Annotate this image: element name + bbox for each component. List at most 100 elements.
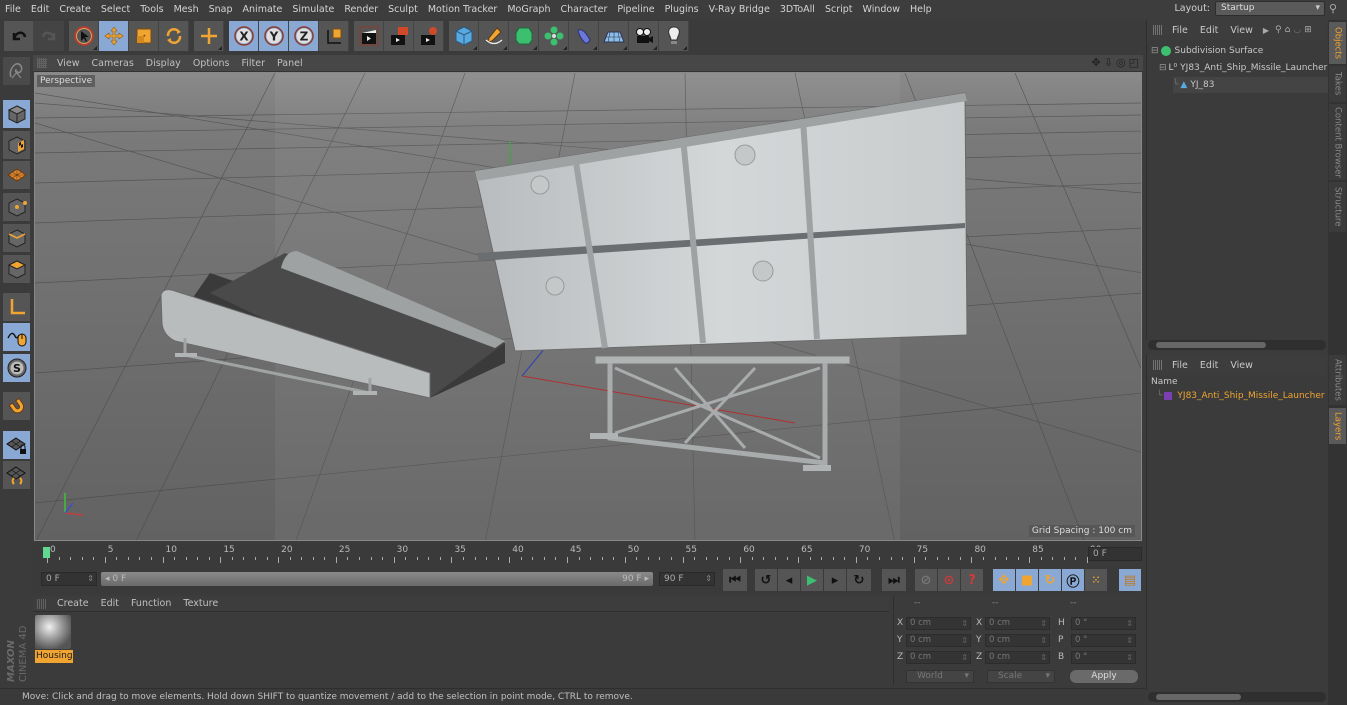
tab-layers[interactable]: Layers bbox=[1329, 408, 1346, 444]
object-manager-scrollbar[interactable] bbox=[1148, 340, 1326, 350]
menu-mesh[interactable]: Mesh bbox=[169, 0, 204, 19]
home-icon[interactable]: ⌂ bbox=[1285, 25, 1291, 35]
point-level-animation-button[interactable]: ⁙ bbox=[1085, 569, 1107, 591]
rotate-tool-button[interactable] bbox=[159, 21, 189, 51]
record-active-objects-button[interactable]: ⊘ bbox=[915, 569, 937, 591]
z-axis-button[interactable]: Z bbox=[289, 21, 319, 51]
recent-tool-button[interactable] bbox=[194, 21, 224, 51]
menu-motion-tracker[interactable]: Motion Tracker bbox=[423, 0, 503, 19]
subdivision-surface-button[interactable] bbox=[509, 21, 539, 51]
menu-edit[interactable]: Edit bbox=[26, 0, 54, 19]
layer-manager-scrollbar[interactable] bbox=[1148, 692, 1326, 702]
layer-menu-edit[interactable]: Edit bbox=[1194, 360, 1224, 371]
solo-mode-button[interactable]: S bbox=[3, 354, 30, 382]
object-menu-file[interactable]: File bbox=[1166, 25, 1194, 36]
3d-viewport[interactable]: Perspective Grid Spacing : 100 cm bbox=[34, 72, 1142, 541]
panel-grip[interactable] bbox=[1153, 360, 1163, 370]
coordinate-mode-dropdown[interactable]: World bbox=[906, 670, 974, 683]
play-button[interactable]: ▶ bbox=[801, 569, 823, 591]
menu-character[interactable]: Character bbox=[555, 0, 612, 19]
x-axis-button[interactable]: X bbox=[229, 21, 259, 51]
menu-select[interactable]: Select bbox=[96, 0, 135, 19]
floor-button[interactable] bbox=[599, 21, 629, 51]
move-view-icon[interactable]: ✥ bbox=[1092, 56, 1101, 69]
y-axis-button[interactable]: Y bbox=[259, 21, 289, 51]
viewport-menu-view[interactable]: View bbox=[51, 58, 86, 69]
zoom-view-icon[interactable]: ⇩ bbox=[1104, 56, 1113, 69]
edges-mode-button[interactable] bbox=[3, 224, 30, 252]
coord-value-field[interactable]: 0 cm bbox=[985, 634, 1050, 647]
menu-render[interactable]: Render bbox=[339, 0, 383, 19]
scale-tool-button[interactable] bbox=[129, 21, 159, 51]
material-menu-function[interactable]: Function bbox=[125, 598, 177, 609]
scale-key-button[interactable]: ■ bbox=[1016, 569, 1038, 591]
tree-item-launcher-null[interactable]: ⊟ L⁰ YJ83_Anti_Ship_Missile_Launcher bbox=[1159, 60, 1327, 76]
panel-grip[interactable] bbox=[1153, 25, 1163, 35]
menu-plugins[interactable]: Plugins bbox=[660, 0, 704, 19]
timeline-button[interactable]: ▤ bbox=[1119, 569, 1141, 591]
panel-grip[interactable] bbox=[37, 598, 47, 609]
camera-label[interactable]: Perspective bbox=[37, 75, 96, 87]
position-key-button[interactable]: ✥ bbox=[993, 569, 1015, 591]
next-frame-button[interactable]: ▸ bbox=[824, 569, 846, 591]
size-mode-dropdown[interactable]: Scale bbox=[987, 670, 1055, 683]
go-to-start-button[interactable]: ⏮ bbox=[723, 569, 747, 591]
deformer-button[interactable] bbox=[569, 21, 599, 51]
menu-tools[interactable]: Tools bbox=[135, 0, 168, 19]
tab-takes[interactable]: Takes bbox=[1329, 66, 1346, 102]
planar-workplane-button[interactable] bbox=[3, 461, 30, 489]
tab-attributes[interactable]: Attributes bbox=[1329, 355, 1346, 405]
coord-value-field[interactable]: 0 ° bbox=[1071, 651, 1136, 664]
pen-button[interactable] bbox=[479, 21, 509, 51]
layer-menu-file[interactable]: File bbox=[1166, 360, 1194, 371]
camera-button[interactable] bbox=[629, 21, 659, 51]
menu-snap[interactable]: Snap bbox=[204, 0, 238, 19]
start-frame-field[interactable]: 0 F ⇕ bbox=[41, 572, 97, 586]
tweak-mode-button[interactable] bbox=[3, 323, 30, 351]
new-view-icon[interactable]: ⊞ bbox=[1304, 25, 1312, 35]
coord-value-field[interactable]: 0 cm bbox=[906, 651, 971, 664]
undo-button[interactable] bbox=[4, 21, 34, 51]
tab-content-browser[interactable]: Content Browser bbox=[1329, 104, 1346, 180]
keyframe-selection-button[interactable]: ? bbox=[961, 569, 983, 591]
menu-mograph[interactable]: MoGraph bbox=[502, 0, 555, 19]
axis-mode-button[interactable] bbox=[3, 293, 30, 321]
points-mode-button[interactable] bbox=[3, 193, 30, 221]
collapse-icon[interactable]: ⊟ bbox=[1159, 63, 1167, 73]
menu-create[interactable]: Create bbox=[54, 0, 96, 19]
coord-value-field[interactable]: 0 cm bbox=[985, 651, 1050, 664]
menu-script[interactable]: Script bbox=[820, 0, 858, 19]
scrollbar-thumb[interactable] bbox=[1156, 342, 1266, 348]
move-tool-button[interactable] bbox=[99, 21, 129, 51]
redo-button[interactable] bbox=[34, 21, 64, 51]
tab-structure[interactable]: Structure bbox=[1329, 182, 1346, 232]
parameter-key-button[interactable]: Ⓟ bbox=[1062, 569, 1084, 591]
previous-keyframe-button[interactable]: ↺ bbox=[755, 569, 777, 591]
tree-item-subdivision-surface[interactable]: ⊟ Subdivision Surface bbox=[1151, 43, 1263, 59]
menu-pipeline[interactable]: Pipeline bbox=[612, 0, 659, 19]
layer-row[interactable]: └ YJ83_Anti_Ship_Missile_Launcher bbox=[1157, 388, 1325, 404]
coord-value-field[interactable]: 0 cm bbox=[906, 617, 971, 630]
viewport-menu-options[interactable]: Options bbox=[187, 58, 236, 69]
previous-frame-button[interactable]: ◂ bbox=[778, 569, 800, 591]
autokeying-button[interactable]: ⊙ bbox=[938, 569, 960, 591]
search-icon[interactable]: ⚲ bbox=[1329, 2, 1343, 16]
layer-menu-view[interactable]: View bbox=[1224, 360, 1259, 371]
bookmark-icon[interactable]: ◡ bbox=[1293, 25, 1301, 35]
model-mode-button[interactable] bbox=[3, 100, 30, 128]
render-settings-button[interactable] bbox=[414, 21, 444, 51]
rotation-key-button[interactable]: ↻ bbox=[1039, 569, 1061, 591]
coord-value-field[interactable]: 0 ° bbox=[1071, 617, 1136, 630]
next-keyframe-button[interactable]: ↻ bbox=[847, 569, 871, 591]
cloner-button[interactable] bbox=[539, 21, 569, 51]
menu-simulate[interactable]: Simulate bbox=[287, 0, 339, 19]
object-menu-view[interactable]: View bbox=[1224, 25, 1259, 36]
material-menu-edit[interactable]: Edit bbox=[95, 598, 125, 609]
light-button[interactable] bbox=[659, 21, 689, 51]
tab-objects[interactable]: Objects bbox=[1329, 22, 1346, 64]
coord-value-field[interactable]: 0 cm bbox=[985, 617, 1050, 630]
render-view-button[interactable] bbox=[354, 21, 384, 51]
workplane-mode-button[interactable] bbox=[3, 161, 30, 189]
cube-button[interactable] bbox=[449, 21, 479, 51]
material-menu-texture[interactable]: Texture bbox=[177, 598, 224, 609]
